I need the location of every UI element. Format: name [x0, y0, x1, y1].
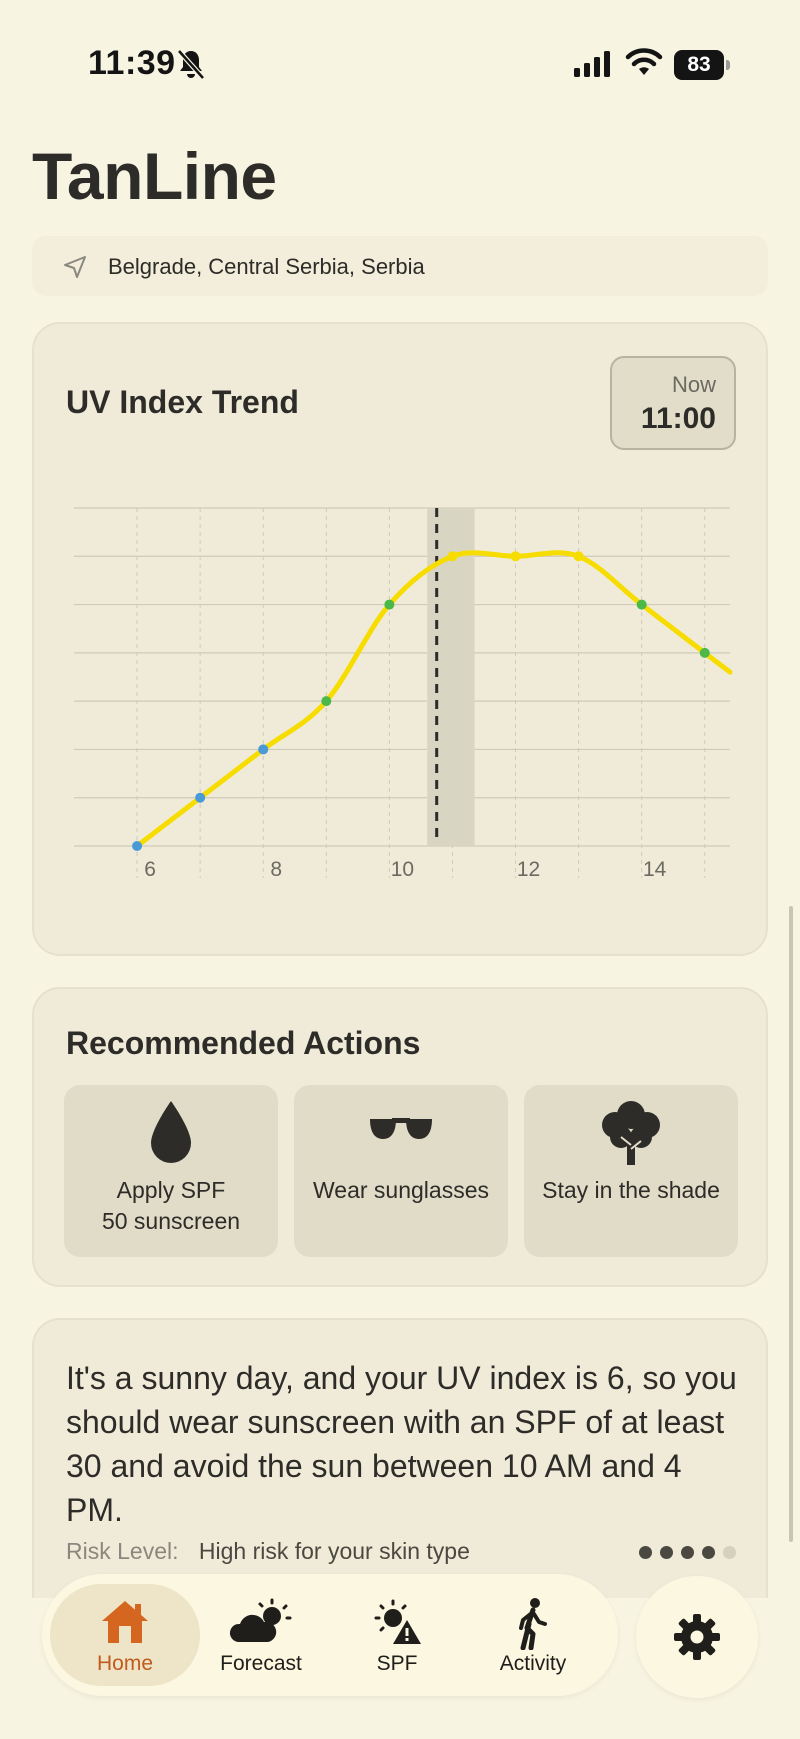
chart-point: [447, 551, 458, 562]
walking-person-icon: [458, 1598, 608, 1650]
action-label-line1: Apply SPF: [116, 1177, 226, 1203]
tab-activity[interactable]: Activity: [458, 1584, 608, 1686]
tab-label: Home: [96, 1652, 154, 1675]
chart-point: [636, 599, 647, 610]
uv-trend-chart: 6 8 10 12 14: [74, 507, 733, 881]
page-dot[interactable]: [723, 1546, 736, 1559]
risk-label: Risk Level:: [66, 1538, 179, 1564]
page-dot[interactable]: [639, 1546, 652, 1559]
page-indicator[interactable]: [639, 1546, 736, 1559]
scrollbar[interactable]: [789, 906, 793, 1542]
chart-x-tick-label: 14: [643, 858, 667, 881]
battery-level: 83: [674, 50, 724, 80]
action-label-line2: 50 sunscreen: [101, 1208, 241, 1234]
risk-row: Risk Level: High risk for your skin type: [66, 1538, 470, 1565]
uv-message-card[interactable]: It's a sunny day, and your UV index is 6…: [32, 1318, 768, 1598]
cloud-sun-icon: [186, 1598, 336, 1646]
gear-icon: [674, 1614, 720, 1660]
action-label: Wear sunglasses: [313, 1177, 489, 1203]
location-text: Belgrade, Central Serbia, Serbia: [108, 254, 425, 279]
droplet-icon: [64, 1099, 278, 1165]
location-bar[interactable]: Belgrade, Central Serbia, Serbia: [32, 236, 768, 296]
sun-warning-icon: [322, 1598, 472, 1646]
page-dot[interactable]: [702, 1546, 715, 1559]
chart-x-tick-label: 8: [270, 858, 282, 881]
tab-bar: Home Forecast SPF Activity: [42, 1574, 618, 1696]
cellular-signal-icon: [574, 51, 610, 77]
risk-value: High risk for your skin type: [198, 1538, 470, 1564]
action-stay-in-shade[interactable]: Stay in the shade: [524, 1085, 738, 1257]
bell-slash-icon: [177, 49, 205, 80]
chart-x-tick-label: 10: [391, 858, 414, 881]
chart-point: [384, 599, 395, 610]
chart-point: [510, 551, 521, 562]
chart-point: [195, 792, 206, 803]
chart-x-tick-label: 12: [517, 858, 540, 881]
tab-label: Forecast: [220, 1652, 302, 1675]
sunglasses-icon: [294, 1115, 508, 1145]
chart-point: [321, 696, 332, 707]
page-dot[interactable]: [681, 1546, 694, 1559]
tab-spf[interactable]: SPF: [322, 1584, 472, 1686]
chart-grid: [74, 507, 730, 878]
location-arrow-icon: [64, 256, 86, 278]
action-wear-sunglasses[interactable]: Wear sunglasses: [294, 1085, 508, 1257]
recommended-actions-title: Recommended Actions: [66, 1025, 421, 1061]
tab-home[interactable]: Home: [50, 1584, 200, 1686]
chart-x-tick-label: 6: [144, 858, 156, 881]
settings-button[interactable]: [636, 1576, 758, 1698]
page-dot[interactable]: [660, 1546, 673, 1559]
uv-message-text: It's a sunny day, and your UV index is 6…: [66, 1360, 737, 1528]
action-apply-sunscreen[interactable]: Apply SPF 50 sunscreen: [64, 1085, 278, 1257]
battery-tip: [726, 60, 730, 70]
status-time: 11:39: [88, 44, 176, 82]
chart-x-ticks: 6 8 10 12 14: [144, 858, 666, 881]
tab-forecast[interactable]: Forecast: [186, 1584, 336, 1686]
battery-indicator: 83: [674, 50, 730, 80]
chart-point: [258, 744, 269, 755]
uv-trend-card: UV Index Trend Now 11:00 6 8 10 12 14: [32, 322, 768, 956]
app-title: TanLine: [32, 139, 277, 213]
chart-point: [573, 551, 584, 562]
chart-point: [132, 841, 143, 851]
tab-label: Activity: [499, 1652, 567, 1675]
recommended-actions-card: Recommended Actions Apply SPF 50 sunscre…: [32, 987, 768, 1287]
wifi-icon: [625, 48, 663, 75]
chart-point: [699, 647, 710, 658]
house-icon: [50, 1598, 200, 1646]
tab-label: SPF: [376, 1652, 418, 1675]
tree-icon: [524, 1099, 738, 1165]
status-bar: 11:39 83: [0, 0, 800, 130]
action-label: Stay in the shade: [542, 1177, 720, 1203]
